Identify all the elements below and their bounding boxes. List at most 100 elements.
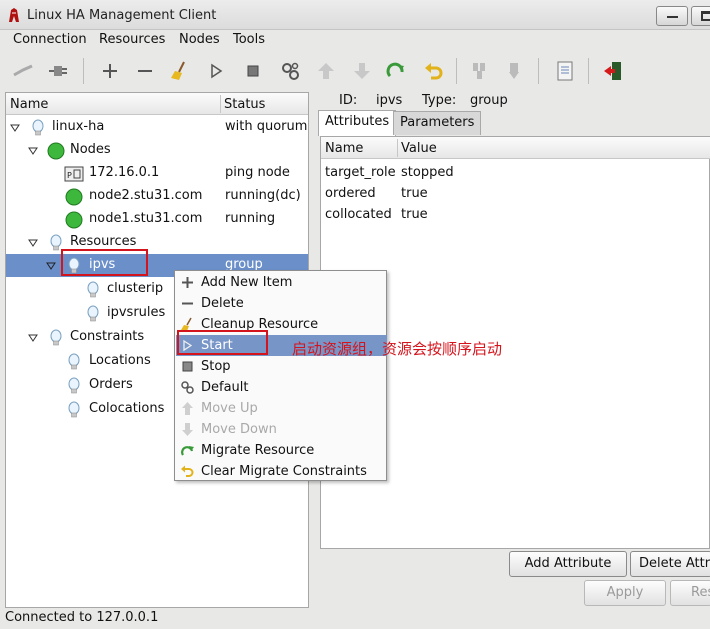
reset-button[interactable]: Res	[670, 580, 710, 606]
menu-item-move-up[interactable]: Move Up	[176, 398, 387, 419]
arrow-up-icon	[182, 402, 193, 415]
menu-item-migrate-resource[interactable]: Migrate Resource	[176, 440, 387, 461]
attr-value: true	[401, 186, 428, 201]
node-label: linux-ha	[52, 119, 105, 134]
menu-item-delete[interactable]: Delete	[176, 293, 387, 314]
arrow-down-icon	[182, 423, 193, 436]
delete-attribute-button[interactable]: Delete Attri	[630, 551, 710, 577]
ping-node-icon: P	[64, 166, 84, 182]
bulb-icon	[68, 401, 80, 418]
expand-toggle-icon[interactable]	[28, 238, 38, 248]
attr-name: target_role	[325, 165, 396, 180]
node-status: ping node	[225, 165, 290, 180]
tree-row-ping-node[interactable]: P 172.16.0.1 ping node	[6, 162, 308, 185]
tree-row-nodes[interactable]: Nodes	[6, 139, 308, 162]
node-label: Locations	[89, 353, 151, 368]
bulb-icon	[68, 353, 80, 370]
menu-item-label: Stop	[201, 359, 231, 374]
menu-item-stop[interactable]: Stop	[176, 356, 387, 377]
column-status[interactable]: Status	[224, 97, 265, 112]
node-status: running(dc)	[225, 188, 301, 203]
menu-item-move-down[interactable]: Move Down	[176, 419, 387, 440]
node-label: Orders	[89, 377, 133, 392]
node-status: running	[225, 211, 276, 226]
default-gears-icon[interactable]	[277, 58, 303, 84]
broom-cleanup-icon[interactable]	[167, 58, 193, 84]
menu-tools[interactable]: Tools	[233, 32, 265, 47]
menu-item-label: Migrate Resource	[201, 443, 315, 458]
menu-connection[interactable]: Connection	[13, 32, 87, 47]
standby-icon[interactable]	[466, 58, 492, 84]
svg-text:P: P	[67, 171, 72, 180]
node-label: Resources	[70, 234, 137, 249]
tree-column-header: Name Status	[6, 93, 308, 115]
exit-icon[interactable]	[600, 58, 626, 84]
green-dot-icon	[65, 188, 83, 206]
move-down-icon[interactable]	[349, 58, 375, 84]
node-label: Nodes	[70, 142, 111, 157]
node-label: 172.16.0.1	[89, 165, 160, 180]
undo-arrow-icon	[181, 465, 194, 477]
minimize-button[interactable]	[656, 6, 688, 26]
document-icon[interactable]	[552, 58, 578, 84]
menu-item-label: Default	[201, 380, 249, 395]
tree-row-node1[interactable]: node1.stu31.com running	[6, 208, 308, 231]
status-bar: Connected to 127.0.0.1	[5, 610, 159, 625]
attr-value: stopped	[401, 165, 454, 180]
clear-migrate-icon[interactable]	[420, 58, 446, 84]
add-icon[interactable]	[97, 58, 123, 84]
node-status: with quorum	[225, 119, 308, 134]
migrate-icon[interactable]	[383, 58, 409, 84]
bulb-icon	[87, 281, 99, 298]
attr-name: ordered	[325, 186, 376, 201]
stop-icon[interactable]	[240, 58, 266, 84]
tab-parameters[interactable]: Parameters	[393, 111, 482, 135]
id-label: ID:	[339, 93, 358, 108]
type-label: Type:	[422, 93, 457, 108]
attr-value: true	[401, 207, 428, 222]
attributes-header: Name Value	[321, 137, 710, 159]
migrate-arrow-icon	[181, 446, 194, 456]
menu-item-clear-migrate-constraints[interactable]: Clear Migrate Constraints	[176, 461, 387, 482]
menu-item-add-new-item[interactable]: Add New Item	[176, 272, 387, 293]
id-value: ipvs	[376, 93, 403, 108]
menu-nodes[interactable]: Nodes	[179, 32, 220, 47]
node-label: node2.stu31.com	[89, 188, 203, 203]
add-attribute-button[interactable]: Add Attribute	[509, 551, 627, 577]
menu-item-label: Add New Item	[201, 275, 293, 290]
highlight-box-ipvs	[61, 249, 148, 276]
remove-icon[interactable]	[132, 58, 158, 84]
tree-row-node2[interactable]: node2.stu31.com running(dc)	[6, 185, 308, 208]
expand-toggle-icon[interactable]	[28, 333, 38, 343]
column-attr-value[interactable]: Value	[401, 141, 437, 156]
title-bar: Linux HA Management Client	[0, 0, 710, 30]
menu-resources[interactable]: Resources	[99, 32, 165, 47]
type-value: group	[470, 93, 508, 108]
highlight-box-start	[177, 330, 268, 355]
green-dot-icon	[47, 142, 65, 160]
column-name[interactable]: Name	[10, 97, 48, 112]
gears-icon	[181, 381, 194, 394]
node-label: Colocations	[89, 401, 165, 416]
move-up-icon[interactable]	[313, 58, 339, 84]
start-icon[interactable]	[203, 58, 229, 84]
menu-item-default[interactable]: Default	[176, 377, 387, 398]
toolbar	[0, 52, 710, 90]
disconnect-icon[interactable]	[10, 58, 36, 84]
expand-toggle-icon[interactable]	[28, 146, 38, 156]
expand-toggle-icon[interactable]	[10, 123, 20, 133]
tab-attributes[interactable]: Attributes	[318, 110, 397, 136]
maximize-button[interactable]	[691, 6, 710, 26]
expand-toggle-icon[interactable]	[46, 261, 56, 271]
node-label: clusterip	[107, 281, 164, 296]
apply-button[interactable]: Apply	[584, 580, 666, 606]
green-dot-icon	[65, 211, 83, 229]
connect-icon[interactable]	[45, 58, 71, 84]
active-icon[interactable]	[502, 58, 528, 84]
column-attr-name[interactable]: Name	[325, 141, 363, 156]
bulb-icon	[32, 119, 44, 136]
tree-row-resources[interactable]: Resources	[6, 231, 308, 254]
menu-item-label: Move Down	[201, 422, 277, 437]
stop-square-icon	[182, 361, 193, 372]
tree-row-linux-ha[interactable]: linux-ha with quorum	[6, 116, 308, 139]
